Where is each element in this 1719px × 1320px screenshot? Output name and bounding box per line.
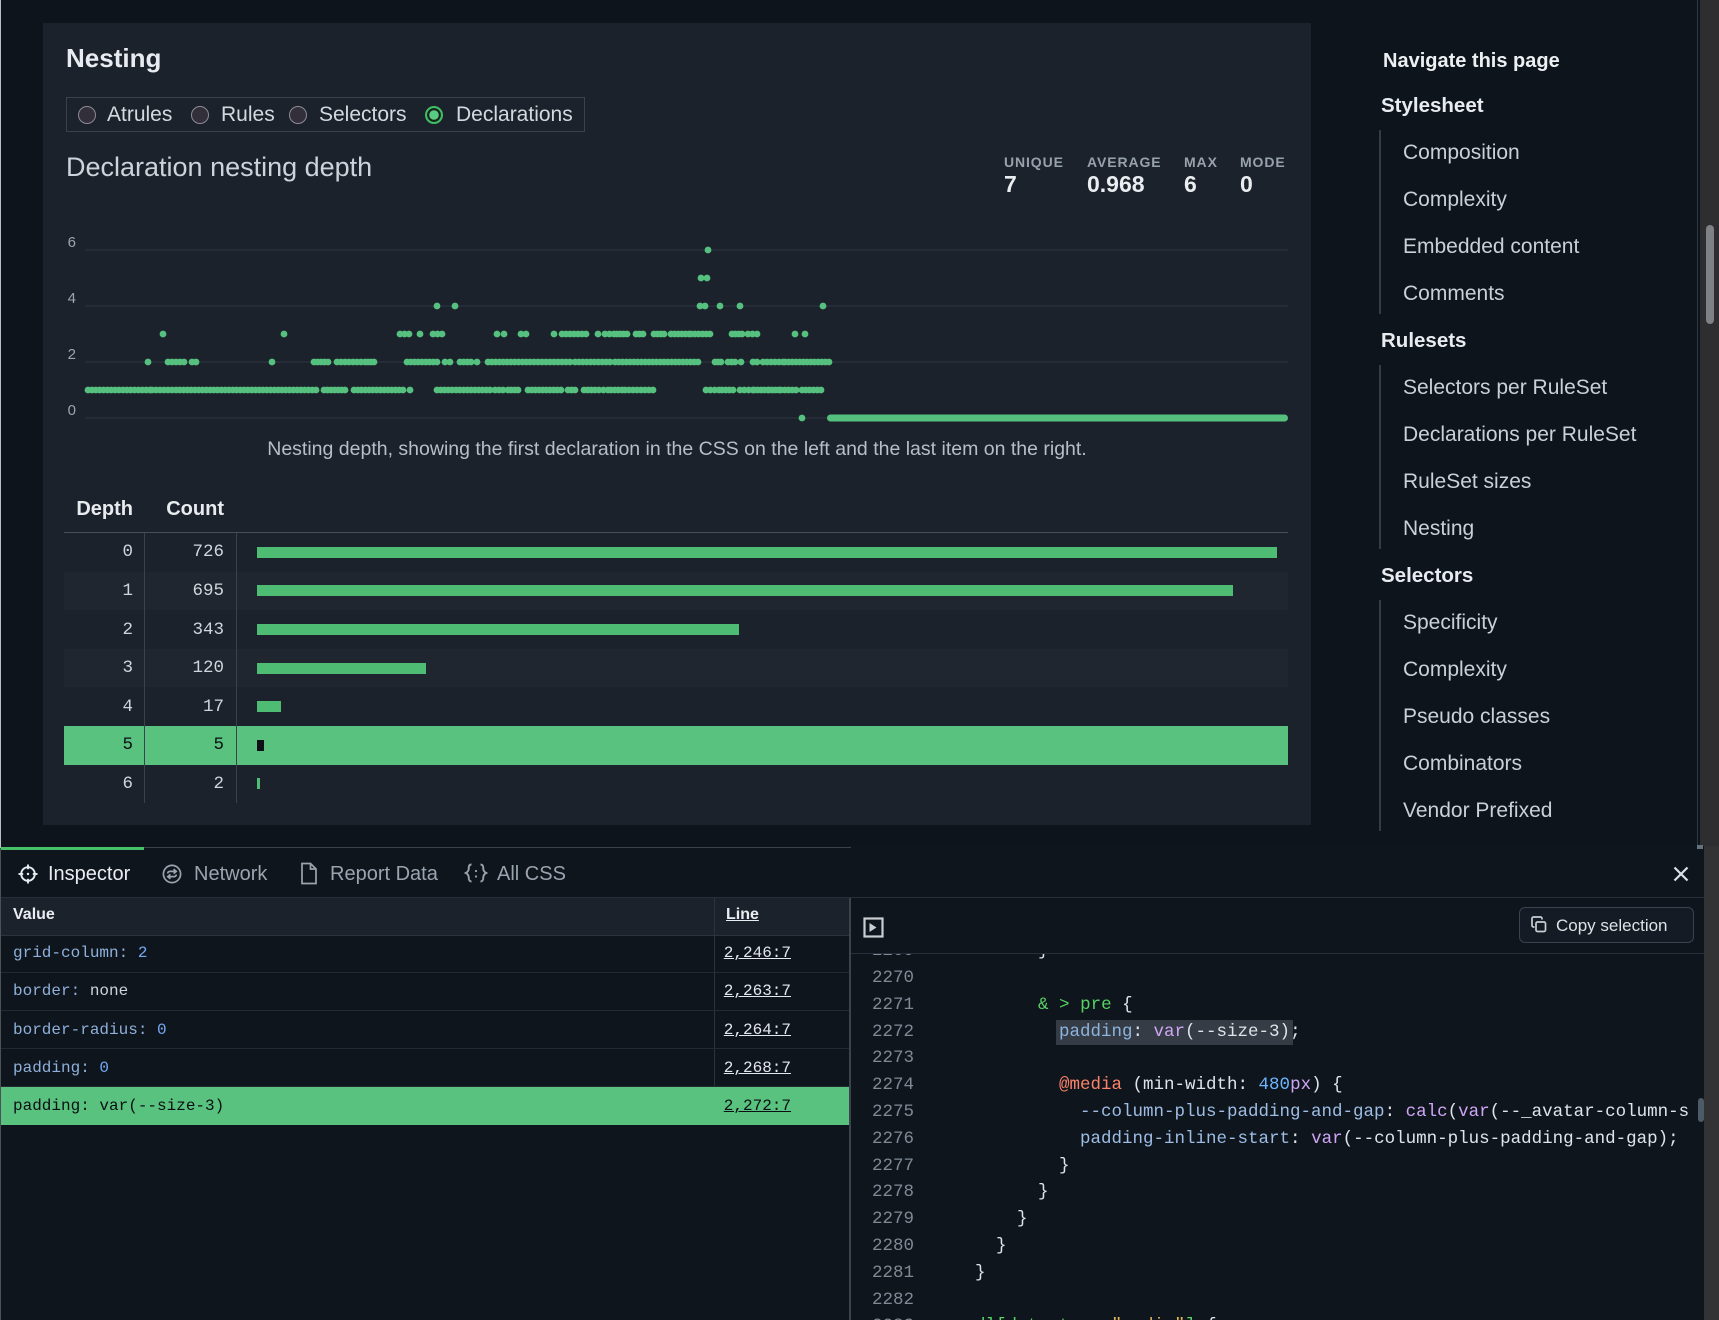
svg-text:2: 2 <box>68 346 76 363</box>
svg-text:4: 4 <box>68 290 76 307</box>
svg-text:0: 0 <box>68 402 76 419</box>
svg-text:6: 6 <box>68 234 76 251</box>
